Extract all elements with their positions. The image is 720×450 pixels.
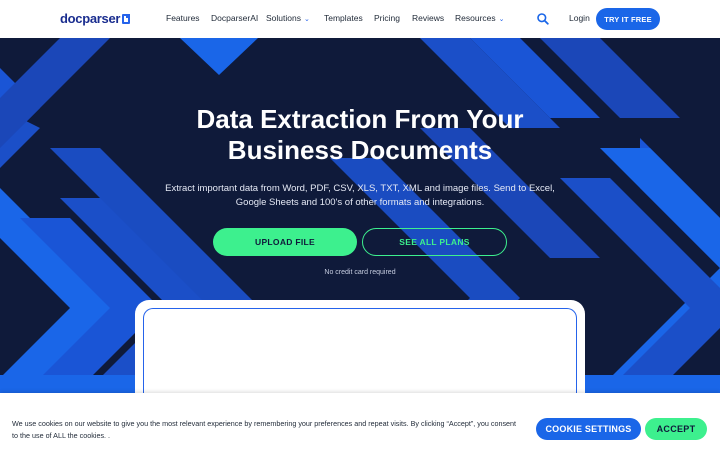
- try-it-free-button[interactable]: TRY IT FREE: [596, 8, 660, 30]
- docparser-logo[interactable]: docparser: [60, 11, 131, 26]
- nav-item-templates[interactable]: Templates: [324, 13, 363, 23]
- no-credit-card-note: No credit card required: [324, 269, 396, 276]
- cookie-settings-button[interactable]: COOKIE SETTINGS: [536, 418, 641, 440]
- logo-mark-icon: [122, 14, 131, 24]
- accept-cookies-button[interactable]: ACCEPT: [645, 418, 707, 440]
- nav-item-features[interactable]: Features: [166, 13, 200, 23]
- hero-section: Data Extraction From Your Business Docum…: [0, 38, 720, 450]
- nav-item-solutions[interactable]: Solutions ⌄: [266, 13, 310, 23]
- upload-file-button[interactable]: UPLOAD FILE: [213, 228, 357, 256]
- chevron-down-icon: ⌄: [498, 16, 505, 23]
- chevron-down-icon: ⌄: [303, 16, 310, 23]
- search-icon[interactable]: [536, 12, 550, 26]
- nav-item-resources[interactable]: Resources ⌄: [455, 13, 505, 23]
- cookie-consent-bar: We use cookies on our website to give yo…: [0, 393, 720, 450]
- nav-item-reviews[interactable]: Reviews: [412, 13, 444, 23]
- hero-subtitle: Extract important data from Word, PDF, C…: [165, 183, 555, 208]
- login-link[interactable]: Login: [569, 13, 590, 23]
- hero-title: Data Extraction From Your Business Docum…: [196, 104, 524, 165]
- top-navbar: docparser Features DocparserAI Solutions…: [0, 0, 720, 38]
- nav-item-docparserai[interactable]: DocparserAI: [211, 13, 258, 23]
- see-all-plans-button[interactable]: SEE ALL PLANS: [362, 228, 507, 256]
- logo-text: docparser: [60, 11, 121, 26]
- cookie-consent-text: We use cookies on our website to give yo…: [12, 419, 517, 440]
- nav-item-pricing[interactable]: Pricing: [374, 13, 400, 23]
